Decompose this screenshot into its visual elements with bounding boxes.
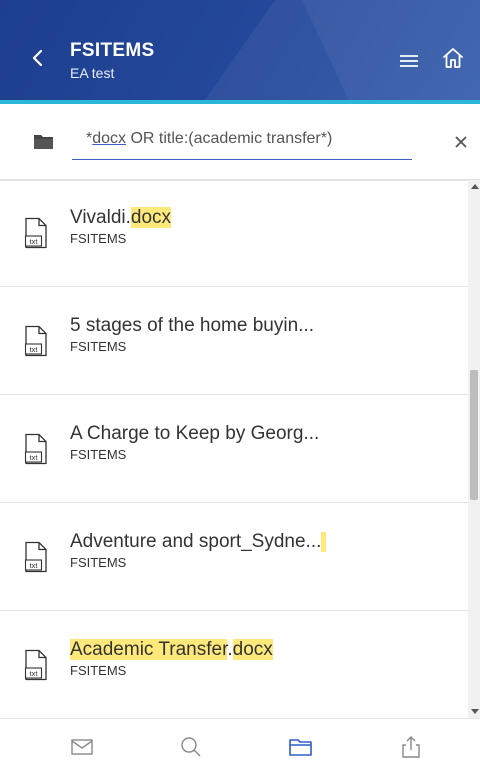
name-text: . [227, 639, 233, 660]
result-name: 5 stages of the home buyin... [70, 315, 314, 337]
search-icon [181, 737, 201, 757]
result-name: Academic Transfer.docx [70, 639, 273, 661]
result-source: FSITEMS [70, 555, 127, 570]
result-source: FSITEMS [70, 663, 127, 678]
result-row[interactable]: txt Adventure and sport_Sydne...​ FSITEMS [0, 503, 468, 611]
result-source: FSITEMS [70, 231, 127, 246]
scroll-down-arrow[interactable] [471, 709, 479, 714]
scrollbar[interactable] [468, 180, 480, 718]
result-name: Vivaldi.docx [70, 207, 172, 229]
result-name: Adventure and sport_Sydne...​ [70, 531, 327, 553]
chevron-left-icon [32, 49, 43, 67]
svg-text:txt: txt [30, 345, 39, 354]
highlighted-text: docx [232, 639, 273, 660]
name-text: Vivaldi [70, 207, 126, 228]
bottom-nav [0, 718, 480, 776]
txt-file-icon: txt [24, 325, 48, 357]
folder-icon[interactable] [33, 133, 54, 150]
search-query-underlined: docx [92, 130, 127, 147]
name-text: Adventure and sport_Sydne... [70, 531, 322, 552]
txt-file-icon: txt [24, 541, 48, 573]
scroll-thumb[interactable] [470, 370, 478, 500]
folder-nav-button[interactable] [288, 735, 314, 759]
name-text: 5 stages of the home buyin... [70, 315, 314, 336]
highlighted-text: docx [130, 207, 172, 228]
home-icon [443, 48, 463, 68]
mail-icon [71, 739, 93, 755]
result-name: A Charge to Keep by Georg... [70, 423, 319, 445]
folder-glyph [34, 135, 53, 149]
result-row[interactable]: txt Academic Transfer.docx FSITEMS [0, 611, 468, 718]
txt-file-icon: txt [24, 433, 48, 465]
share-icon [402, 736, 420, 758]
folder-icon [289, 739, 312, 756]
svg-text:txt: txt [30, 237, 39, 246]
result-row[interactable]: txt Vivaldi.docx FSITEMS [0, 180, 468, 287]
svg-text:txt: txt [30, 561, 39, 570]
share-button[interactable] [398, 735, 424, 759]
page-subtitle: EA test [70, 65, 115, 81]
svg-text:txt: txt [30, 453, 39, 462]
result-row[interactable]: txt A Charge to Keep by Georg... FSITEMS [0, 395, 468, 503]
page-title: FSITEMS [70, 40, 155, 61]
close-icon [455, 136, 467, 148]
highlighted-text: Academic Transfer [70, 639, 228, 660]
txt-file-icon: txt [24, 649, 48, 681]
list-top-divider [0, 180, 468, 181]
mail-button[interactable] [69, 735, 95, 759]
clear-search-button[interactable] [453, 134, 469, 150]
result-list: txt Vivaldi.docx FSITEMS txt 5 stages of the… [0, 180, 468, 718]
header-accent-line [0, 100, 480, 104]
hamburger-menu-icon [400, 55, 418, 67]
name-text: A Charge to Keep by Georg... [70, 423, 320, 444]
search-query-rest: OR title:(academic transfer*) [126, 130, 333, 147]
result-source: FSITEMS [70, 339, 127, 354]
home-button[interactable] [440, 45, 466, 71]
search-nav-button[interactable] [178, 735, 204, 759]
txt-file-icon: txt [24, 217, 48, 249]
result-source: FSITEMS [70, 447, 127, 462]
scroll-up-arrow[interactable] [471, 184, 479, 189]
search-input[interactable]: *docx OR title:(academic transfer*) [72, 124, 412, 160]
svg-text:txt: txt [30, 669, 39, 678]
highlight-marker: ​ [321, 531, 327, 552]
menu-button[interactable] [398, 52, 420, 70]
back-button[interactable] [28, 46, 48, 70]
app-header: FSITEMS EA test [0, 0, 480, 104]
result-row[interactable]: txt 5 stages of the home buyin... FSITEMS [0, 287, 468, 395]
search-bar: *docx OR title:(academic transfer*) [0, 108, 480, 180]
